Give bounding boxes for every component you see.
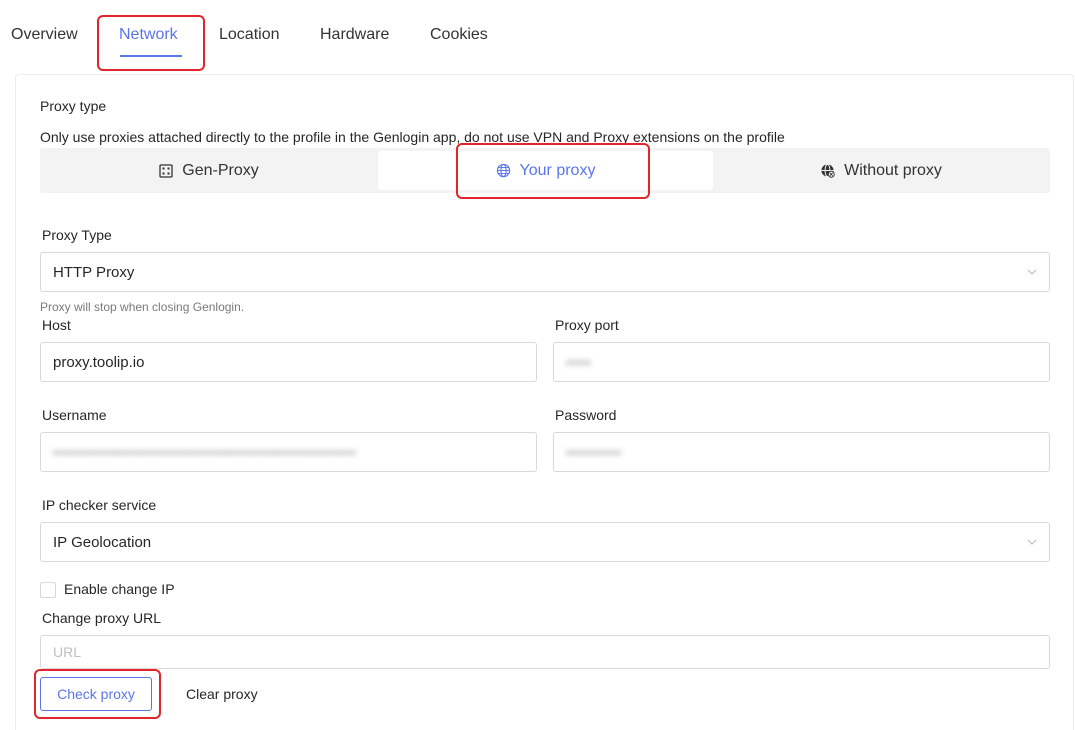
change-proxy-url-placeholder: URL [53, 644, 82, 660]
username-value: ••••••••••••••••••••••••••••••••••••••••… [53, 444, 357, 460]
tab-overview[interactable]: Overview [11, 26, 78, 44]
server-icon [159, 163, 173, 178]
globe-off-icon [821, 163, 835, 178]
proxy-port-label: Proxy port [555, 317, 619, 333]
enable-change-ip-label[interactable]: Enable change IP [64, 581, 175, 597]
proxy-type-label: Proxy Type [42, 227, 112, 243]
mode-gen-proxy[interactable]: Gen-Proxy [43, 151, 375, 190]
password-input[interactable]: ••••••••••• [553, 432, 1050, 472]
mode-without-proxy-label: Without proxy [844, 161, 942, 179]
check-proxy-button[interactable]: Check proxy [40, 677, 152, 711]
host-value: proxy.toolip.io [53, 353, 145, 371]
proxy-type-value: HTTP Proxy [53, 263, 135, 281]
password-value: ••••••••••• [566, 444, 622, 460]
mode-without-proxy[interactable]: Without proxy [715, 151, 1047, 190]
mode-your-proxy[interactable]: Your proxy [378, 151, 713, 190]
proxy-port-value: ••••• [566, 354, 592, 370]
change-proxy-url-label: Change proxy URL [42, 610, 162, 626]
proxy-hint: Proxy will stop when closing Genlogin. [40, 300, 245, 314]
mode-your-proxy-label: Your proxy [519, 161, 596, 179]
active-tab-indicator [120, 55, 182, 57]
username-label: Username [42, 407, 107, 423]
chevron-down-icon [1027, 269, 1037, 275]
change-proxy-url-input[interactable]: URL [40, 635, 1050, 669]
chevron-down-icon [1027, 539, 1037, 545]
proxy-type-select[interactable]: HTTP Proxy [40, 252, 1050, 292]
ip-checker-select[interactable]: IP Geolocation [40, 522, 1050, 562]
password-label: Password [555, 407, 617, 423]
ip-checker-value: IP Geolocation [53, 533, 152, 551]
proxy-type-title: Proxy type [40, 98, 107, 114]
host-label: Host [42, 317, 71, 333]
enable-change-ip-checkbox[interactable] [40, 582, 56, 598]
tab-hardware[interactable]: Hardware [320, 26, 389, 44]
globe-icon [496, 163, 510, 178]
proxy-mode-selector: Gen-Proxy Your proxy Without proxy [40, 148, 1050, 193]
mode-gen-proxy-label: Gen-Proxy [182, 161, 259, 179]
tab-bar: Overview Network Location Hardware Cooki… [0, 0, 1075, 74]
tab-location[interactable]: Location [219, 26, 280, 44]
clear-proxy-button[interactable]: Clear proxy [172, 677, 272, 711]
username-input[interactable]: ••••••••••••••••••••••••••••••••••••••••… [40, 432, 537, 472]
proxy-port-input[interactable]: ••••• [553, 342, 1050, 382]
tab-network[interactable]: Network [119, 26, 178, 44]
host-input[interactable]: proxy.toolip.io [40, 342, 537, 382]
tab-cookies[interactable]: Cookies [430, 26, 488, 44]
ip-checker-label: IP checker service [42, 497, 157, 513]
proxy-notice: Only use proxies attached directly to th… [40, 129, 785, 145]
